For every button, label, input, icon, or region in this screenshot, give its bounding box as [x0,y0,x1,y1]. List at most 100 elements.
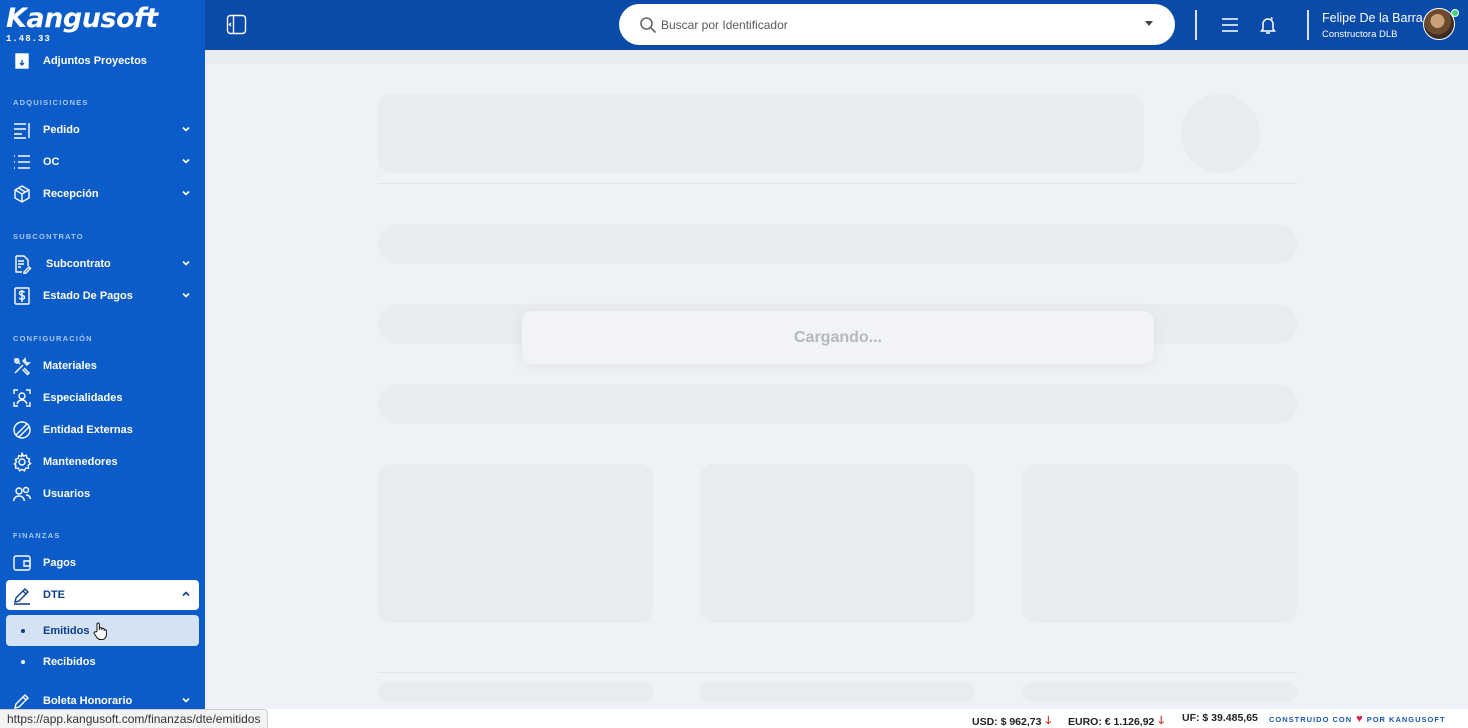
uf-value: UF: $ 39.485,65 [1182,712,1258,724]
section-label-configuracion: CONFIGURACIÓN [13,334,93,343]
sidebar-item-label: DTE [43,589,65,601]
sidebar-item-label: Estado De Pagos [43,290,133,302]
bell-icon[interactable] [1257,14,1279,36]
chevron-down-icon [181,124,191,134]
skeleton-pill [700,682,975,702]
sidebar-item-dte[interactable]: DTE [6,580,199,610]
euro-rate: EURO: € 1.126,92 🡓 [1068,712,1164,728]
linked-circles-icon [11,419,33,441]
built-suffix: POR KANGUSOFT [1366,714,1446,724]
sidebar-item-label: Materiales [43,360,97,372]
sidebar-item-label: Pedido [43,124,80,136]
dropdown-caret-icon[interactable] [1145,21,1153,26]
sidebar-item-pedido[interactable]: Pedido [6,115,199,145]
built-with-love[interactable]: CONSTRUIDO CON ♥ POR KANGUSOFT [1269,713,1446,725]
usd-rate: USD: $ 962,73 🡓 [972,712,1051,728]
sidebar-item-label: Pagos [43,557,77,569]
search-icon [639,16,657,34]
section-label-adquisiciones: ADQUISICIONES [13,98,89,107]
brand-logo: Kangusoft [6,3,158,34]
skeleton-top-band [205,50,1468,64]
sidebar-item-subcontrato[interactable]: Subcontrato [6,249,199,279]
sidebar-item-label: Usuarios [43,488,91,500]
chevron-down-icon [181,290,191,300]
section-label-subcontrato: SUBCONTRATO [13,232,84,241]
chevron-down-icon [181,695,191,705]
search-input[interactable] [661,17,1121,32]
document-edit-icon [11,253,33,275]
top-header: Felipe De la Barra Constructora DLB [205,0,1468,50]
sidebar-item-materiales[interactable]: Materiales [6,351,199,381]
chevron-down-icon [181,156,191,166]
sidebar-item-label: Boleta Honorario [43,695,133,707]
sidebar-item-estado-pagos[interactable]: Estado De Pagos [6,281,199,311]
skeleton-card [700,464,975,623]
sidebar-item-adjuntos-proyectos[interactable]: Adjuntos Proyectos [6,46,199,76]
link-status-bar: https://app.kangusoft.com/finanzas/dte/e… [0,709,269,728]
loading-indicator: Cargando... [522,311,1154,364]
sidebar-item-label: Entidad Externas [43,424,133,436]
sidebar-item-label: Subcontrato [46,258,111,270]
hand-cursor-icon [93,622,107,640]
bullet-icon [21,660,25,664]
skeleton-card [378,464,653,623]
dollar-document-icon [11,285,33,307]
search-box[interactable] [619,4,1175,45]
skeleton-pill [1022,682,1297,702]
sidebar-item-label: Emitidos [43,624,90,637]
sidebar-item-pagos[interactable]: Pagos [6,548,199,578]
heart-icon: ♥ [1356,713,1363,725]
chevron-up-icon [181,589,191,599]
sidebar: Kangusoft 1.48.33 Adjuntos Proyectos ADQ… [0,0,205,728]
sidebar-subitem-recibidos[interactable]: Recibidos [6,647,199,677]
bullet-icon [21,628,25,633]
skeleton-divider [378,183,1297,184]
skeleton-avatar-circle [1181,94,1260,173]
online-status-dot [1451,9,1459,17]
sidebar-item-label: OC [43,156,60,168]
arrow-down-icon: 🡓 [1158,715,1165,727]
menu-icon[interactable] [1219,14,1241,36]
currency-footer: USD: $ 962,73 🡓 EURO: € 1.126,92 🡓 UF: $… [205,709,1468,728]
sidebar-item-label: Recibidos [43,656,96,668]
built-prefix: CONSTRUIDO CON [1269,714,1353,724]
user-focus-icon [11,387,33,409]
user-company: Constructora DLB [1322,29,1398,40]
sidebar-item-usuarios[interactable]: Usuarios [6,479,199,509]
list-icon [11,151,33,173]
list-check-icon [11,119,33,141]
usd-value: USD: $ 962,73 [972,715,1042,728]
section-label-finanzas: FINANZAS [13,531,61,540]
box-icon [11,183,33,205]
skeleton-card [1022,464,1297,623]
sidebar-item-mantenedores[interactable]: Mantenedores [6,447,199,477]
sidebar-item-entidad-externas[interactable]: Entidad Externas [6,415,199,445]
sidebar-item-label: Adjuntos Proyectos [43,55,147,67]
skeleton-title-block [378,94,1144,173]
chevron-down-icon [181,188,191,198]
sidebar-item-label: Recepción [43,188,99,200]
sidebar-item-label: Mantenedores [43,456,118,468]
header-divider [1195,10,1197,40]
skeleton-pill [378,682,653,702]
sidebar-item-especialidades[interactable]: Especialidades [6,383,199,413]
chevron-down-icon [181,258,191,268]
skeleton-bar [378,224,1297,264]
pen-icon [11,584,33,606]
sidebar-toggle-icon[interactable] [226,14,247,35]
brand[interactable]: Kangusoft 1.48.33 [6,2,158,44]
euro-value: EURO: € 1.126,92 [1068,715,1155,728]
skeleton-bar [378,384,1297,424]
sidebar-item-label: Especialidades [43,392,123,404]
archive-icon [11,50,33,72]
users-icon [11,483,33,505]
sidebar-item-oc[interactable]: OC [6,147,199,177]
user-name[interactable]: Felipe De la Barra [1322,11,1423,25]
sidebar-item-recepcion[interactable]: Recepción [6,179,199,209]
tools-icon [11,355,33,377]
skeleton-divider [378,672,1297,673]
arrow-down-icon: 🡓 [1045,715,1052,727]
gear-icon [11,451,33,473]
header-divider [1307,10,1309,40]
uf-rate: UF: $ 39.485,65 [1182,712,1258,724]
